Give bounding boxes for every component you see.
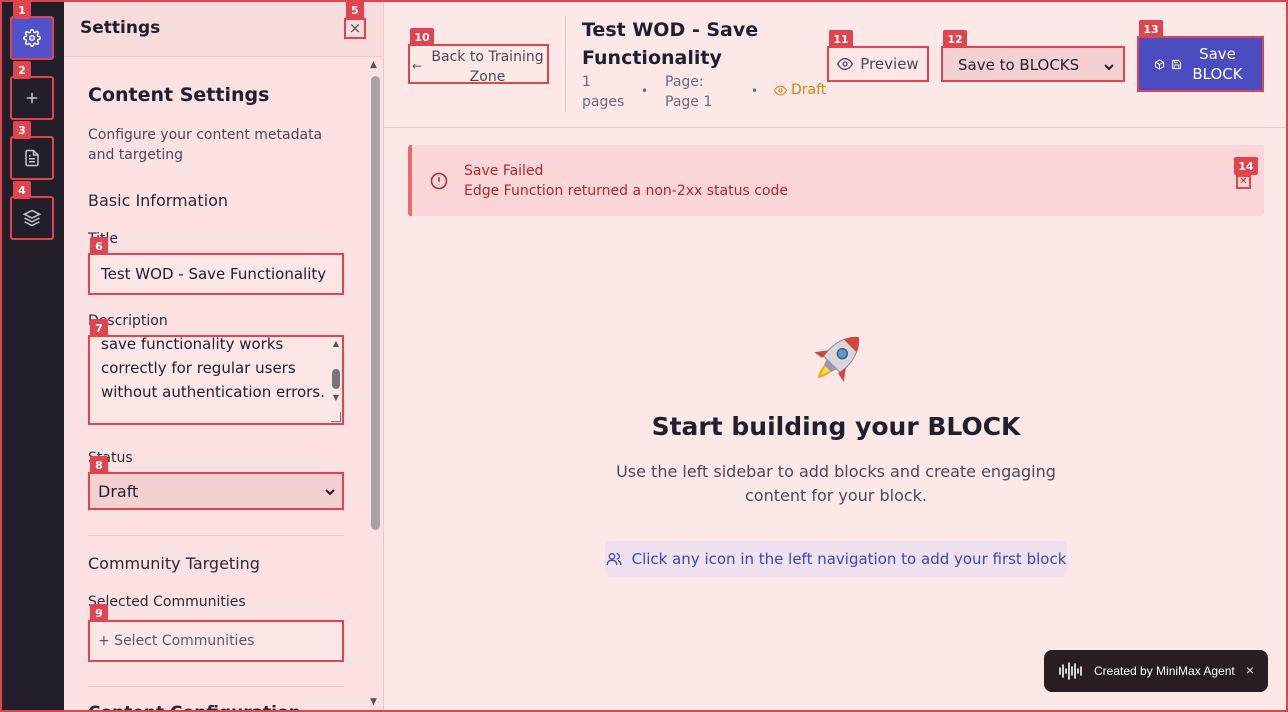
textarea-scroll-up-icon[interactable]: ▲ [333, 339, 339, 348]
status-select[interactable]: Draft [88, 472, 344, 510]
community-targeting-heading: Community Targeting [88, 554, 260, 573]
panel-scroll-thumb[interactable] [371, 76, 380, 530]
select-communities-button[interactable]: + Select Communities [88, 620, 344, 662]
draft-status-text: Draft [791, 82, 827, 98]
settings-rail-button[interactable] [10, 16, 54, 60]
layers-rail-button[interactable] [10, 196, 54, 240]
separator-dot: • [751, 84, 759, 98]
chevron-down-icon [1104, 64, 1114, 71]
scroll-up-icon[interactable]: ▲ [370, 60, 377, 70]
panel-header: Settings × [64, 0, 383, 57]
alert-circle-icon [430, 172, 448, 190]
gear-icon [23, 29, 41, 47]
back-to-training-zone-button[interactable]: ← Back to Training Zone [408, 44, 549, 85]
layers-icon [23, 209, 41, 227]
annotation-marker: 8 [90, 456, 108, 474]
textarea-scroll-down-icon[interactable]: ▼ [333, 393, 339, 402]
users-icon [606, 553, 621, 565]
toast-label: Created by MiniMax Agent [1094, 664, 1235, 678]
save-destination-select[interactable]: Save to BLOCKS [941, 46, 1125, 82]
basic-info-heading: Basic Information [88, 191, 229, 210]
status-select-value: Draft [98, 482, 139, 501]
save-block-button[interactable]: Save BLOCK [1137, 36, 1264, 92]
annotation-marker: 10 [410, 28, 434, 46]
settings-panel: Settings × ▲ ▼ Content Settings Configur… [64, 0, 384, 712]
waveform-icon [1059, 662, 1082, 680]
annotation-marker: 7 [90, 319, 108, 337]
description-textarea[interactable]: save functionality works correctly for r… [88, 335, 344, 425]
annotation-marker: 4 [13, 181, 31, 199]
empty-state-description: Use the left sidebar to add blocks and c… [616, 462, 1056, 505]
document-icon [25, 149, 39, 167]
rocket-icon [814, 336, 860, 382]
minimax-toast: Created by MiniMax Agent × [1044, 650, 1268, 692]
annotation-marker: 12 [943, 30, 967, 48]
divider [88, 535, 344, 536]
section-description: Configure your content metadata and targ… [88, 127, 323, 163]
close-icon: × [348, 19, 362, 37]
current-page: Page: Page 1 [665, 74, 713, 110]
icon-rail [0, 0, 64, 712]
annotation-marker: 11 [829, 30, 853, 48]
divider [88, 686, 344, 687]
content-configuration-heading: Content Configuration [88, 703, 301, 712]
preview-label: Preview [860, 55, 919, 73]
preview-button[interactable]: Preview [827, 46, 929, 82]
plus-icon [26, 92, 38, 104]
annotation-marker: 2 [13, 61, 31, 79]
alert-title: Save Failed [464, 163, 544, 179]
pages-rail-button[interactable] [10, 136, 54, 180]
eye-icon [774, 85, 787, 95]
add-rail-button[interactable] [10, 76, 54, 120]
divider [565, 16, 566, 112]
save-icon [1171, 59, 1181, 69]
back-button-label: Back to Training Zone [431, 49, 544, 85]
chevron-down-icon [325, 489, 335, 496]
annotation-marker: 6 [90, 237, 108, 255]
alert-message: Edge Function returned a non-2xx status … [464, 183, 788, 199]
annotation-marker: 3 [13, 121, 31, 139]
hint-text: Click any icon in the left navigation to… [631, 550, 1067, 568]
pages-count: 1 pages [582, 74, 625, 110]
empty-state-title: Start building your BLOCK [651, 412, 1021, 441]
annotation-marker: 9 [90, 604, 108, 622]
annotation-marker: 5 [346, 1, 364, 19]
annotation-marker: 1 [13, 1, 31, 19]
panel-title: Settings [80, 18, 161, 38]
close-icon[interactable]: ✕ [1236, 175, 1251, 189]
main-area: ← Back to Training Zone Test WOD - Save … [384, 0, 1288, 712]
annotation-marker: 13 [1139, 20, 1163, 38]
eye-icon [837, 57, 854, 71]
error-alert: Save Failed Edge Function returned a non… [408, 145, 1264, 216]
arrow-left-icon: ← [412, 59, 423, 73]
textarea-scroll-thumb[interactable] [332, 369, 340, 389]
draft-status-badge: Draft [774, 82, 826, 98]
separator-dot: • [641, 84, 649, 98]
document-title: Test WOD - Save Functionality [582, 19, 759, 69]
annotation-marker: 14 [1234, 157, 1258, 175]
selected-communities-label: Selected Communities [88, 594, 246, 610]
scroll-down-icon[interactable]: ▼ [370, 697, 377, 707]
empty-state-hint: Click any icon in the left navigation to… [605, 541, 1067, 577]
save-destination-value: Save to BLOCKS [958, 56, 1080, 74]
title-input[interactable]: Test WOD - Save Functionality [88, 253, 344, 295]
close-panel-button[interactable]: × [344, 18, 366, 39]
save-block-label: Save BLOCK [1192, 45, 1243, 83]
cube-icon [1154, 58, 1164, 70]
close-icon[interactable]: × [1246, 662, 1254, 678]
description-text: save functionality works correctly for r… [101, 335, 325, 401]
section-title: Content Settings [88, 84, 270, 106]
resize-grip-icon[interactable] [331, 412, 341, 422]
